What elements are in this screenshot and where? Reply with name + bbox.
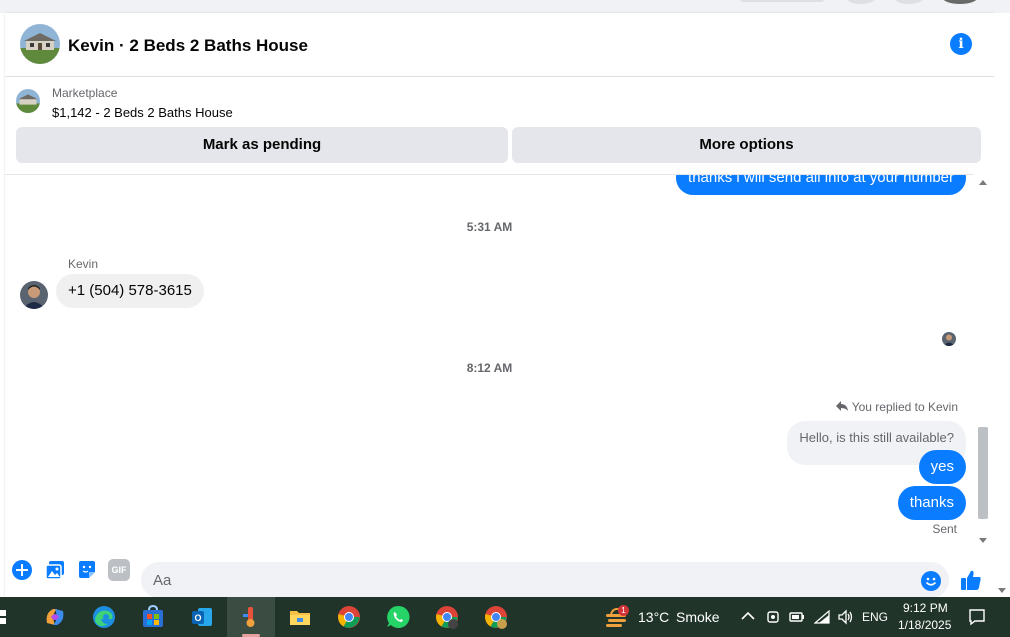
message-timestamp: 8:12 AM [466, 361, 513, 375]
incoming-message[interactable]: +1 (504) 578-3615 [56, 274, 204, 308]
copilot-icon[interactable] [31, 597, 79, 637]
scroll-up-arrow-icon[interactable] [979, 180, 987, 185]
chat-title[interactable]: Kevin · 2 Beds 2 Baths House [68, 36, 308, 56]
microsoft-store-icon[interactable] [129, 597, 177, 637]
read-receipt-avatar [942, 332, 956, 346]
outgoing-message[interactable]: yes [918, 450, 966, 484]
mark-as-pending-button[interactable]: Mark as pending [16, 127, 508, 163]
show-hidden-icons-chevron-icon[interactable] [741, 611, 755, 621]
outlook-icon[interactable]: O [178, 597, 226, 637]
chrome-profile-icon[interactable] [472, 597, 520, 637]
listing-source-label: Marketplace [52, 86, 118, 100]
more-options-button[interactable]: More options [512, 127, 981, 163]
gif-icon[interactable]: GIF [108, 559, 130, 581]
input-language[interactable]: ENG [862, 610, 888, 624]
clock-date[interactable]: 1/18/2025 [898, 618, 951, 632]
battery-icon[interactable] [789, 610, 805, 624]
info-icon[interactable]: i [950, 33, 972, 55]
listing-avatar[interactable] [20, 24, 60, 64]
wifi-icon[interactable] [814, 610, 830, 624]
chat-header: Kevin · 2 Beds 2 Baths House i [5, 13, 994, 77]
partial-nav-icon [846, 0, 876, 4]
clock-time[interactable]: 9:12 PM [903, 601, 948, 615]
edge-browser-icon[interactable] [80, 597, 128, 637]
chrome-profile-icon[interactable] [423, 597, 471, 637]
page-scroll-down-icon[interactable] [998, 588, 1006, 593]
photo-icon[interactable] [44, 559, 66, 581]
listing-thumbnail[interactable] [16, 89, 40, 113]
task-view-icon[interactable] [0, 597, 14, 637]
top-background-strip [0, 0, 1010, 13]
message-composer: GIF [5, 549, 994, 598]
marketplace-listing-panel: Marketplace $1,142 - 2 Beds 2 Baths Hous… [5, 77, 994, 174]
thread-scrollbar[interactable] [974, 174, 988, 549]
chrome-icon[interactable] [325, 597, 373, 637]
reply-indicator: You replied to Kevin [835, 400, 958, 414]
whatsapp-icon[interactable] [374, 597, 422, 637]
weather-temperature[interactable]: 13°C [638, 609, 669, 625]
emoji-icon[interactable] [920, 570, 942, 592]
sender-name: Kevin [68, 257, 99, 271]
kevin-avatar[interactable] [20, 281, 48, 309]
partial-nav-pill [738, 0, 826, 2]
message-input[interactable] [141, 562, 949, 598]
notification-center-icon[interactable] [968, 608, 986, 626]
plus-icon[interactable] [11, 559, 33, 581]
outgoing-message[interactable]: thanks [897, 486, 966, 520]
outgoing-message[interactable]: thanks i will send all info at your numb… [676, 175, 966, 195]
listing-title[interactable]: $1,142 - 2 Beds 2 Baths House [52, 105, 233, 120]
file-explorer-icon[interactable] [276, 597, 324, 637]
windows-taskbar: O 1 13°C Smoke ENG 9:12 PM 1/18/2025 [0, 597, 1010, 637]
partial-nav-icon [894, 0, 924, 4]
weather-badge: 1 [618, 605, 629, 616]
volume-icon[interactable] [837, 609, 853, 625]
scroll-down-arrow-icon[interactable] [979, 538, 987, 543]
sticker-icon[interactable] [76, 559, 98, 581]
reply-label: You replied to Kevin [851, 400, 958, 414]
scrollbar-thumb[interactable] [978, 427, 988, 519]
page-scrollbar[interactable] [994, 13, 1010, 597]
weather-description[interactable]: Smoke [676, 609, 720, 625]
chat-window: Kevin · 2 Beds 2 Baths House i Marketpla… [5, 13, 994, 598]
message-thread: thanks i will send all info at your numb… [5, 174, 974, 549]
pinned-app-icon[interactable] [227, 597, 275, 637]
camera-tray-icon[interactable] [766, 609, 780, 625]
thumbs-up-icon[interactable] [959, 568, 983, 592]
weather-icon[interactable]: 1 [605, 605, 629, 628]
partial-profile-icon [942, 0, 978, 4]
reply-arrow-icon [835, 401, 848, 411]
message-timestamp: 5:31 AM [466, 220, 513, 234]
svg-text:O: O [194, 613, 201, 623]
message-status: Sent [932, 522, 957, 536]
